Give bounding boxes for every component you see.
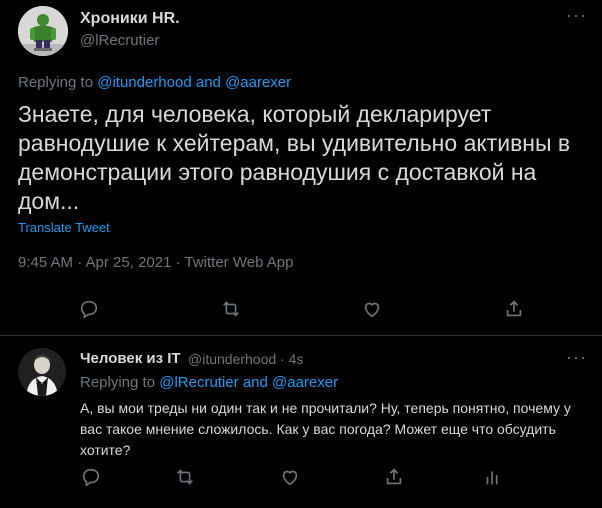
retweet-icon[interactable] xyxy=(220,298,244,322)
analytics-icon[interactable] xyxy=(482,466,506,490)
replying-prefix: Replying to xyxy=(18,74,94,91)
replying-user-link[interactable]: @lRecrutier xyxy=(159,374,238,391)
share-icon[interactable] xyxy=(503,298,527,322)
reply-tweet: Человек из IT @itunderhood · 4s ··· Repl… xyxy=(0,336,602,508)
like-icon[interactable] xyxy=(361,298,385,322)
main-tweet-text: Знаете, для человека, который декларируе… xyxy=(18,101,571,214)
replying-user-link[interactable]: @aarexer xyxy=(272,374,338,391)
reply-author-name[interactable]: Человек из IT xyxy=(80,350,181,367)
replying-prefix: Replying to xyxy=(80,374,156,391)
reply-tweet-text: А, вы мои треды ни один так и не прочита… xyxy=(80,400,571,458)
share-icon[interactable] xyxy=(383,466,407,490)
reply-icon[interactable] xyxy=(78,298,102,322)
reply-icon[interactable] xyxy=(80,466,104,490)
retweet-icon[interactable] xyxy=(174,466,198,490)
more-icon[interactable]: ··· xyxy=(566,348,587,366)
main-replying-to: Replying to @itunderhood and @aarexer xyxy=(18,74,291,91)
tweet-meta: 9:45 AM · Apr 25, 2021 · Twitter Web App xyxy=(18,254,294,271)
replying-and: and xyxy=(242,374,268,391)
replying-user-link[interactable]: @itunderhood xyxy=(97,74,191,91)
main-author-name[interactable]: Хроники HR. xyxy=(80,10,180,28)
reply-author-avatar[interactable] xyxy=(18,348,66,396)
like-icon[interactable] xyxy=(279,466,303,490)
main-author-handle[interactable]: @lRecrutier xyxy=(80,32,159,49)
main-author-avatar[interactable] xyxy=(18,6,68,56)
reply-author-handle-time[interactable]: @itunderhood · 4s xyxy=(188,351,303,367)
reply-replying-to: Replying to @lRecrutier and @aarexer xyxy=(80,374,338,391)
main-tweet: Хроники HR. @lRecrutier ··· Replying to … xyxy=(0,0,602,335)
translate-tweet-link[interactable]: Translate Tweet xyxy=(18,220,110,235)
replying-user-link[interactable]: @aarexer xyxy=(225,74,291,91)
replying-and: and xyxy=(195,74,221,91)
more-icon[interactable]: ··· xyxy=(566,6,587,24)
